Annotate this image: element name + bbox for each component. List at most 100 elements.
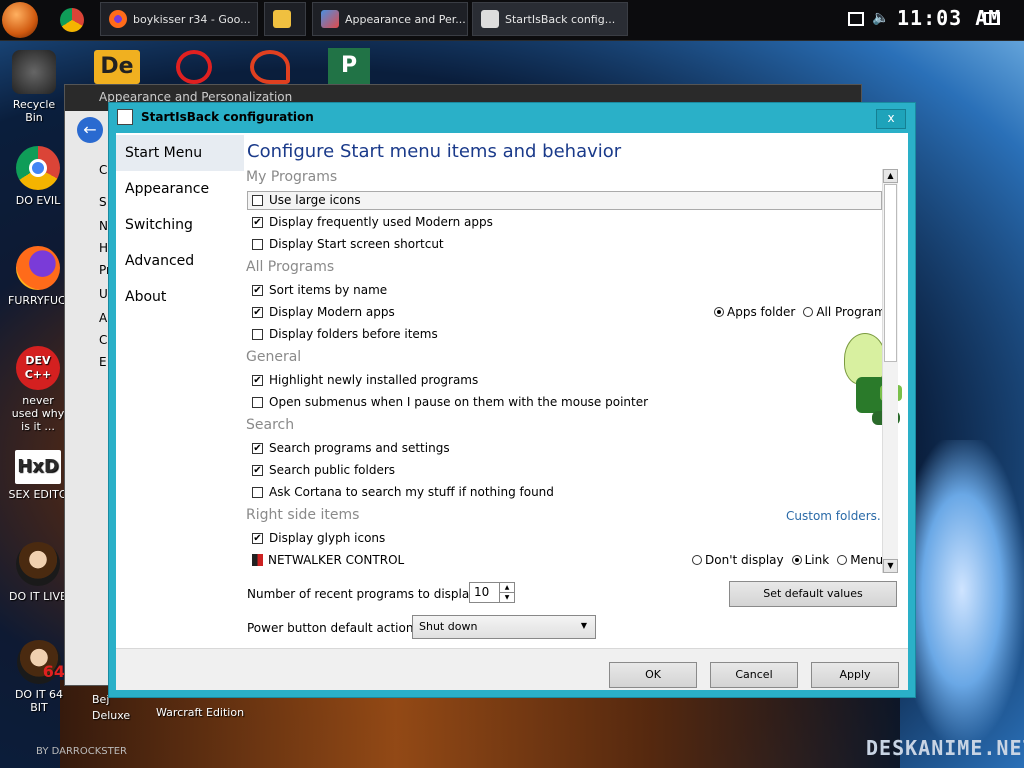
radio-button[interactable]	[791, 555, 802, 565]
bg-sidebar-item[interactable]: N	[99, 219, 108, 233]
spin-up-icon[interactable]: ▲	[499, 583, 514, 593]
start-orb-icon[interactable]	[2, 2, 38, 38]
scroll-up-icon[interactable]: ▲	[883, 169, 898, 183]
radio-link[interactable]: Link	[791, 553, 829, 567]
scroll-down-icon[interactable]: ▼	[883, 559, 898, 573]
radio-all-programs[interactable]: All Programs	[803, 305, 892, 319]
option-search-programs[interactable]: Search programs and settings	[252, 441, 450, 455]
pinned-app-icon-de[interactable]: De	[94, 50, 140, 84]
task-explorer[interactable]	[264, 2, 306, 36]
devcpp-icon: DEV C++	[16, 346, 60, 390]
wallpaper-credit: BY DARROCKSTER	[36, 746, 127, 757]
section-my-programs: My Programs	[246, 169, 338, 185]
radio-button[interactable]	[837, 555, 848, 565]
checkbox[interactable]	[252, 328, 263, 340]
task-startisback[interactable]: StartIsBack config...	[472, 2, 628, 36]
checkbox[interactable]	[252, 396, 263, 408]
spin-down-icon[interactable]: ▼	[499, 593, 514, 602]
checkbox[interactable]	[252, 216, 263, 228]
option-freq-modern[interactable]: Display frequently used Modern apps	[252, 215, 493, 229]
desktop-icon-recycle-bin[interactable]: Recycle Bin	[4, 50, 64, 124]
custom-folders-link[interactable]: Custom folders...	[786, 509, 888, 523]
recent-programs-value[interactable]: 10	[474, 585, 489, 599]
bg-sidebar-item[interactable]: U	[99, 287, 108, 301]
desktop-icon-label: SEX EDITO	[8, 488, 68, 501]
checkbox[interactable]	[252, 194, 263, 206]
checkbox[interactable]	[252, 532, 263, 544]
option-open-submenus[interactable]: Open submenus when I pause on them with …	[252, 395, 648, 409]
desktop-icon-devcpp[interactable]: DEV C++ never used why is it ...	[8, 346, 68, 433]
badge-64: 64	[42, 662, 65, 681]
chrome-taskbar-icon[interactable]	[60, 8, 84, 32]
close-button[interactable]: x	[876, 109, 906, 129]
startisback-dialog: StartIsBack configuration x Start Menu A…	[108, 102, 916, 698]
task-appearance[interactable]: Appearance and Per...	[312, 2, 468, 36]
checkbox[interactable]	[252, 486, 263, 498]
bg-sidebar-item[interactable]: E	[99, 355, 107, 369]
pinned-app-icon-project[interactable]: P	[328, 48, 370, 84]
tab-start-menu[interactable]: Start Menu	[116, 135, 244, 171]
notifications-icon[interactable]	[984, 12, 1000, 25]
option-label: Display Start screen shortcut	[269, 237, 444, 251]
desktop-icon-do-evil[interactable]: DO EVIL	[8, 146, 68, 207]
radio-label: Menu	[850, 553, 884, 567]
pinned-app-icon-p[interactable]	[250, 50, 290, 84]
option-glyph-icons[interactable]: Display glyph icons	[252, 531, 385, 545]
recent-programs-spinner[interactable]: 10 ▲ ▼	[469, 582, 515, 603]
radio-apps-folder[interactable]: Apps folder	[714, 305, 795, 319]
cancel-button[interactable]: Cancel	[710, 662, 798, 688]
network-icon[interactable]	[848, 12, 864, 26]
desktop-icon-do-it-64-bit[interactable]: 64 DO IT 64 BIT	[6, 640, 72, 714]
option-modern-apps[interactable]: Display Modern apps	[252, 305, 395, 319]
volume-icon[interactable]: 🔈	[872, 10, 889, 26]
chrome-icon	[16, 146, 60, 190]
tab-appearance[interactable]: Appearance	[116, 171, 244, 207]
tab-switching[interactable]: Switching	[116, 207, 244, 243]
desktop-icon-sex-editor[interactable]: HxD SEX EDITO	[8, 450, 68, 501]
bg-sidebar-item[interactable]: C	[99, 333, 107, 347]
option-label: Display glyph icons	[269, 531, 386, 545]
power-action-dropdown[interactable]: Shut down ▼	[412, 615, 596, 639]
bg-sidebar-item[interactable]: S	[99, 195, 107, 209]
bg-sidebar-item-active[interactable]: A	[99, 311, 107, 325]
radio-button[interactable]	[692, 555, 702, 565]
checkbox[interactable]	[252, 442, 263, 454]
checkbox[interactable]	[252, 374, 263, 386]
pinned-app-icon-red[interactable]	[176, 50, 212, 84]
bg-sidebar-item[interactable]: H	[99, 241, 108, 255]
option-folders-before[interactable]: Display folders before items	[252, 327, 438, 341]
tab-about[interactable]: About	[116, 279, 244, 315]
checkbox[interactable]	[252, 238, 263, 250]
desktop-icon-label: never used why is it ...	[11, 394, 65, 433]
tab-advanced[interactable]: Advanced	[116, 243, 244, 279]
option-start-screen-shortcut[interactable]: Display Start screen shortcut	[252, 237, 444, 251]
checkbox[interactable]	[252, 284, 263, 296]
desktop-icon-furryfuck[interactable]: FURRYFUCK	[8, 246, 73, 307]
task-firefox[interactable]: boykisser r34 - Goo...	[100, 2, 258, 36]
radio-button[interactable]	[803, 307, 814, 317]
ok-button[interactable]: OK	[609, 662, 697, 688]
portrait-icon	[16, 542, 60, 586]
option-ask-cortana[interactable]: Ask Cortana to search my stuff if nothin…	[252, 485, 554, 499]
option-search-public[interactable]: Search public folders	[252, 463, 395, 477]
checkbox[interactable]	[252, 306, 263, 318]
option-label: Sort items by name	[269, 283, 388, 297]
set-default-values-button[interactable]: Set default values	[729, 581, 897, 607]
scrollbar-thumb[interactable]	[884, 184, 897, 362]
radio-button[interactable]	[714, 307, 724, 317]
option-use-large-icons[interactable]: Use large icons	[252, 193, 361, 207]
option-sort-by-name[interactable]: Sort items by name	[252, 283, 387, 297]
options-scrollbar[interactable]: ▲ ▼	[882, 169, 898, 573]
option-highlight-new[interactable]: Highlight newly installed programs	[252, 373, 478, 387]
checkbox[interactable]	[252, 464, 263, 476]
radio-dont-display[interactable]: Don't display	[692, 553, 784, 567]
desktop-icon-do-it-live[interactable]: DO IT LIVE	[8, 542, 68, 603]
desktop-icon-label: DO IT 64 BIT	[14, 688, 64, 714]
radio-menu[interactable]: Menu	[837, 553, 883, 567]
option-label: Use large icons	[269, 193, 361, 207]
dialog-body: Start Menu Appearance Switching Advanced…	[116, 133, 908, 690]
bg-sidebar-item[interactable]: C	[99, 163, 107, 177]
option-label: Search public folders	[269, 463, 396, 477]
back-arrow-icon[interactable]: ←	[77, 117, 103, 143]
apply-button[interactable]: Apply	[811, 662, 899, 688]
